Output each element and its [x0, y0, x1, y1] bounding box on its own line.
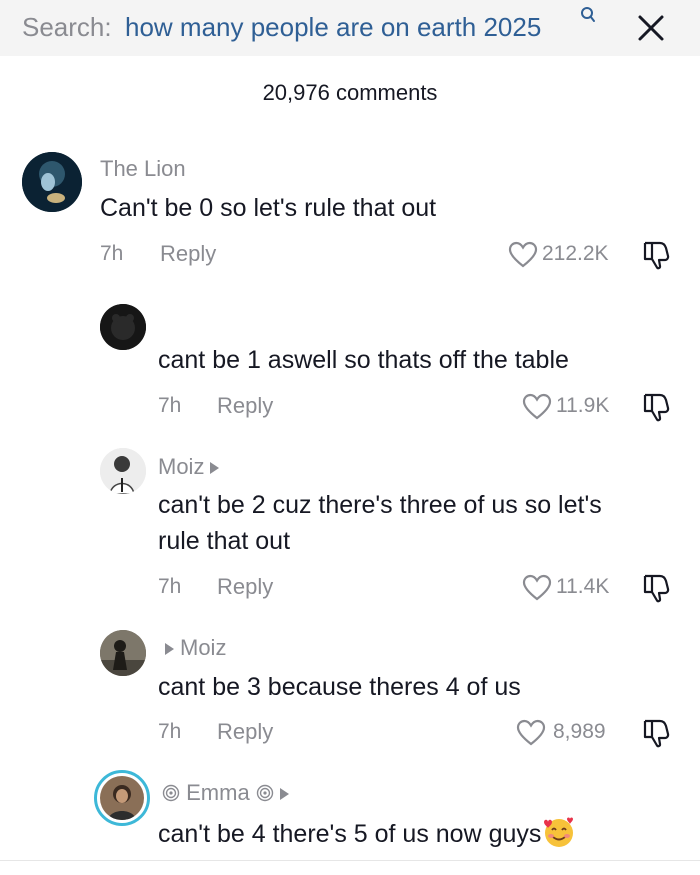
reply-button[interactable]: Reply	[217, 719, 273, 745]
divider	[0, 860, 700, 861]
like-count: 11.9K	[556, 394, 610, 417]
like-button[interactable]: 11.9K	[522, 392, 622, 422]
heart-icon	[508, 241, 538, 268]
smiling-face-with-hearts-icon	[544, 817, 574, 847]
like-count: 8,989	[553, 720, 606, 743]
reply-button[interactable]: Reply	[217, 393, 273, 419]
comment-time: 7h	[158, 575, 182, 598]
comment-text: cant be 1 aswell so thats off the table	[158, 346, 569, 374]
username[interactable]: Moiz	[158, 454, 225, 480]
comments-screen: Search: how many people are on earth 202…	[0, 0, 700, 875]
search-bar[interactable]: Search: how many people are on earth 202…	[0, 0, 700, 56]
like-count: 212.2K	[542, 242, 609, 265]
like-button[interactable]: 8,989	[516, 718, 626, 748]
reply-to-label[interactable]: Moiz	[165, 635, 226, 661]
like-button[interactable]: 212.2K	[508, 240, 618, 270]
dislike-icon[interactable]	[640, 238, 674, 272]
heart-icon	[522, 574, 552, 601]
caret-right-icon	[210, 462, 220, 475]
caret-right-icon	[165, 643, 174, 656]
avatar[interactable]	[100, 448, 146, 494]
comment-time: 7h	[158, 394, 182, 417]
reply-button[interactable]: Reply	[217, 574, 273, 600]
comment-time: 7h	[100, 242, 124, 265]
comment-text-line: rule that out	[158, 527, 291, 555]
avatar[interactable]	[100, 304, 146, 350]
dislike-icon[interactable]	[640, 390, 674, 424]
comment-text: can't be 2 cuz there's three of us so le…	[158, 487, 602, 559]
like-count: 11.4K	[556, 575, 610, 598]
avatar[interactable]	[22, 152, 82, 212]
comment-text-line: can't be 2 cuz there's three of us so le…	[158, 491, 602, 519]
like-button[interactable]: 11.4K	[522, 573, 622, 603]
username-text[interactable]: Moiz	[158, 454, 204, 479]
reply-button[interactable]: Reply	[160, 241, 216, 267]
avatar[interactable]	[94, 770, 150, 826]
username[interactable]: Emma	[162, 780, 295, 806]
search-prefix: Search:	[22, 12, 112, 42]
swirl-icon	[256, 784, 274, 802]
username-text[interactable]: Emma	[186, 780, 250, 805]
username[interactable]: The Lion	[100, 156, 186, 182]
dislike-icon[interactable]	[640, 716, 674, 750]
comment-text: Can't be 0 so let's rule that out	[100, 194, 437, 222]
comment-text: can't be 4 there's 5 of us now guys	[158, 814, 577, 852]
comment-time: 7h	[158, 720, 182, 743]
avatar[interactable]	[100, 630, 146, 676]
dislike-icon[interactable]	[640, 571, 674, 605]
search-q-icon[interactable]	[580, 6, 596, 29]
swirl-icon	[162, 784, 180, 802]
comment-text: cant be 3 because theres 4 of us	[158, 673, 521, 701]
close-icon[interactable]	[633, 10, 669, 46]
caret-right-icon	[279, 788, 289, 801]
heart-icon	[516, 719, 546, 746]
comment-count: 20,976 comments	[262, 80, 438, 105]
reply-to-username[interactable]: Moiz	[180, 635, 226, 660]
search-query[interactable]: how many people are on earth 2025	[125, 12, 541, 43]
comment-text-body: can't be 4 there's 5 of us now guys	[158, 820, 542, 848]
heart-icon	[522, 393, 552, 420]
